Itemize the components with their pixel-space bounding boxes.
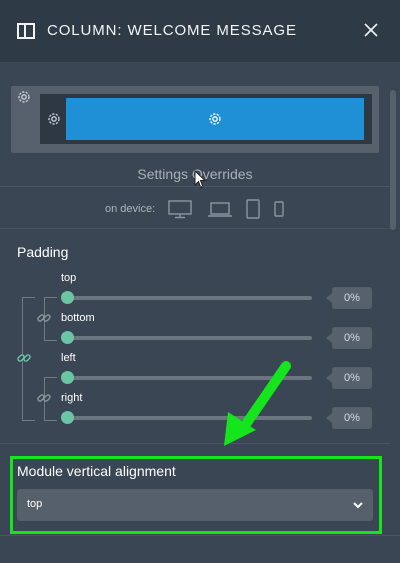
divider [0, 443, 390, 444]
laptop-icon[interactable] [208, 199, 232, 219]
divider [0, 535, 400, 536]
mouse-cursor-icon [194, 170, 207, 189]
padding-bottom-thumb[interactable] [61, 331, 74, 344]
padding-top-value[interactable]: 0% [332, 287, 372, 309]
panel-title: COLUMN: WELCOME MESSAGE [47, 22, 297, 39]
padding-left-label: left [61, 352, 76, 364]
divider [0, 186, 390, 187]
padding-bottom-value[interactable]: 0% [332, 327, 372, 349]
padding-right-label: right [61, 392, 83, 404]
padding-title: Padding [17, 244, 69, 260]
column-gear-icon[interactable] [16, 89, 32, 105]
link-vertical-icon[interactable] [36, 310, 52, 326]
padding-top-track[interactable] [62, 296, 312, 300]
link-all-icon[interactable] [16, 350, 32, 366]
padding-bottom-label: bottom [61, 312, 95, 324]
phone-icon[interactable] [274, 199, 284, 219]
annotation-highlight-box [10, 456, 382, 534]
on-device-label: on device: [105, 203, 156, 215]
padding-top-thumb[interactable] [61, 291, 74, 304]
button-gear-icon[interactable] [207, 111, 223, 127]
padding-top-label: top [61, 272, 77, 284]
desktop-icon[interactable] [168, 199, 192, 219]
link-horizontal-icon[interactable] [36, 390, 52, 406]
padding-right-thumb[interactable] [61, 411, 74, 424]
panel-columns-icon [17, 23, 35, 39]
padding-left-value[interactable]: 0% [332, 367, 372, 389]
scrollbar-thumb[interactable] [390, 90, 396, 230]
padding-right-value[interactable]: 0% [332, 407, 372, 429]
padding-left-thumb[interactable] [61, 371, 74, 384]
annotation-arrow-icon [224, 361, 291, 446]
close-icon[interactable] [363, 22, 379, 38]
divider [0, 228, 390, 229]
module-gear-icon[interactable] [46, 111, 62, 127]
tablet-icon[interactable] [246, 199, 260, 219]
padding-bottom-track[interactable] [62, 336, 312, 340]
